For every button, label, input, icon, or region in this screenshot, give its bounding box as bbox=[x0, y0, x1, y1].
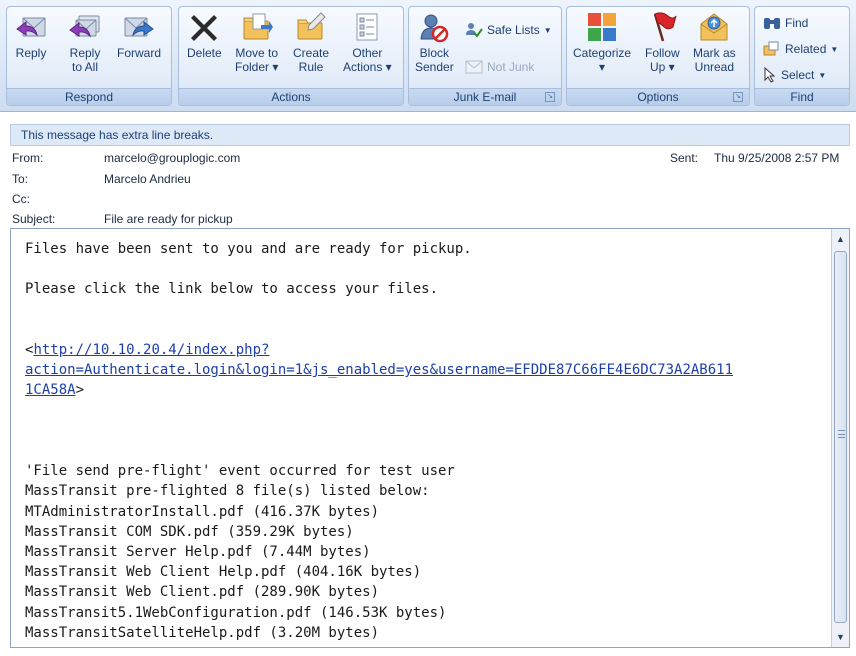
body-line: MassTransit pre-flighted 8 file(s) liste… bbox=[25, 483, 430, 500]
not-junk-button[interactable]: Not Junk bbox=[465, 59, 534, 75]
move-to-folder-label: Move to Folder ▾ bbox=[235, 46, 279, 74]
block-sender-button[interactable]: Block Sender bbox=[415, 11, 454, 74]
related-label: Related bbox=[785, 42, 827, 56]
scrollbar-thumb[interactable] bbox=[834, 251, 847, 623]
categorize-label: Categorize ▾ bbox=[573, 46, 632, 74]
safe-lists-label: Safe Lists bbox=[487, 23, 540, 37]
forward-button[interactable]: Forward bbox=[117, 11, 161, 60]
body-line: 'File send pre-flight' event occurred fo… bbox=[25, 463, 455, 480]
link-part: 1CA58A bbox=[25, 382, 76, 399]
flag-icon bbox=[654, 12, 677, 42]
sent-label: Sent: bbox=[670, 151, 699, 165]
cc-label: Cc: bbox=[12, 192, 30, 206]
junk-email-group: Block Sender Safe Lists ▼ Not Junk Junk … bbox=[408, 6, 562, 106]
sent-value: Thu 9/25/2008 2:57 PM bbox=[714, 151, 840, 165]
link-part: action=Authenticate.login&login=1&js_ena… bbox=[25, 362, 734, 379]
file-list-item: MTAdministratorInstall.pdf (416.37K byte… bbox=[25, 503, 380, 520]
options-group-label: Options ↘ bbox=[567, 88, 749, 105]
ribbon: Reply Reply to All Forward Respond Delet… bbox=[0, 0, 856, 112]
find-label: Find bbox=[785, 16, 809, 30]
subject-value: File are ready for pickup bbox=[104, 212, 233, 226]
message-body[interactable]: Files have been sent to you and are read… bbox=[10, 228, 850, 648]
unread-envelope-icon bbox=[700, 13, 728, 41]
folder-move-icon bbox=[243, 13, 273, 40]
to-label: To: bbox=[12, 172, 29, 186]
actions-group-label: Actions bbox=[179, 88, 403, 105]
safe-lists-icon bbox=[466, 23, 483, 38]
reply-label: Reply bbox=[15, 46, 47, 60]
file-list-item: MassTransit5.1WebConfiguration.pdf (146.… bbox=[25, 604, 447, 621]
not-junk-label: Not Junk bbox=[487, 60, 535, 74]
cursor-arrow-icon bbox=[764, 67, 776, 83]
other-actions-button[interactable]: Other Actions ▾ bbox=[343, 11, 392, 74]
message-text: Files have been sent to you and are read… bbox=[25, 239, 825, 643]
scroll-down-arrow-icon[interactable]: ▼ bbox=[832, 629, 849, 645]
create-rule-button[interactable]: Create Rule bbox=[293, 11, 329, 74]
mark-as-unread-button[interactable]: Mark as Unread bbox=[693, 11, 736, 74]
select-button[interactable]: Select ▼ bbox=[763, 67, 826, 83]
not-junk-icon bbox=[465, 60, 483, 74]
select-label: Select bbox=[781, 68, 815, 82]
file-list-item: MassTransit Web Client.pdf (289.90K byte… bbox=[25, 584, 380, 601]
chevron-down-icon: ▼ bbox=[543, 25, 552, 35]
forward-label: Forward bbox=[117, 46, 162, 60]
grip-icon bbox=[838, 430, 845, 438]
to-value[interactable]: Marcelo Andrieu bbox=[104, 172, 191, 186]
reply-all-button[interactable]: Reply to All bbox=[69, 11, 101, 74]
delete-icon bbox=[191, 15, 218, 41]
respond-group: Reply Reply to All Forward Respond bbox=[6, 6, 172, 106]
options-group: Categorize ▾ Follow Up ▾ Mark as Unread … bbox=[566, 6, 750, 106]
reply-button[interactable]: Reply bbox=[15, 11, 47, 60]
file-list-item: MassTransit COM SDK.pdf (359.29K bytes) bbox=[25, 523, 354, 540]
other-actions-label: Other Actions ▾ bbox=[343, 46, 392, 74]
related-icon bbox=[763, 41, 779, 56]
from-value[interactable]: marcelo@grouplogic.com bbox=[104, 151, 240, 165]
create-rule-label: Create Rule bbox=[293, 46, 330, 74]
mark-as-unread-label: Mark as Unread bbox=[693, 46, 736, 74]
related-button[interactable]: Related ▼ bbox=[763, 41, 838, 57]
follow-up-label: Follow Up ▾ bbox=[645, 46, 680, 74]
from-label: From: bbox=[12, 151, 44, 165]
options-label: Options bbox=[637, 90, 679, 104]
find-group-label: Find bbox=[755, 88, 849, 105]
chevron-down-icon: ▼ bbox=[830, 44, 839, 54]
delete-button[interactable]: Delete bbox=[187, 11, 222, 60]
follow-up-button[interactable]: Follow Up ▾ bbox=[645, 11, 680, 74]
binoculars-icon bbox=[764, 18, 780, 29]
reply-all-icon bbox=[69, 15, 100, 38]
categorize-icon bbox=[588, 13, 617, 41]
dialog-launcher-icon[interactable]: ↘ bbox=[733, 92, 743, 102]
junk-email-label: Junk E-mail bbox=[453, 90, 517, 104]
reply-icon bbox=[16, 17, 46, 37]
file-list-item: MassTransit Server Help.pdf (7.44M bytes… bbox=[25, 544, 371, 561]
body-line: Please click the link below to access yo… bbox=[25, 281, 439, 298]
dialog-launcher-icon[interactable]: ↘ bbox=[545, 92, 555, 102]
link-close-bracket: > bbox=[75, 382, 85, 399]
find-group: Find Related ▼ Select ▼ Find bbox=[754, 6, 850, 106]
link-part: http://10.10.20.4/index.php? bbox=[33, 342, 270, 359]
respond-group-label: Respond bbox=[7, 88, 171, 105]
junk-email-group-label: Junk E-mail ↘ bbox=[409, 88, 561, 105]
chevron-down-icon: ▼ bbox=[818, 70, 827, 80]
categorize-button[interactable]: Categorize ▾ bbox=[573, 11, 631, 74]
subject-label: Subject: bbox=[12, 212, 56, 226]
actions-group: Delete Move to Folder ▾ Create Rule Othe… bbox=[178, 6, 404, 106]
delete-label: Delete bbox=[187, 46, 222, 60]
file-list-item: MassTransitSatelliteHelp.pdf (3.20M byte… bbox=[25, 624, 380, 641]
forward-icon bbox=[124, 17, 154, 37]
block-sender-label: Block Sender bbox=[415, 46, 454, 74]
vertical-scrollbar[interactable]: ▲ ▼ bbox=[831, 229, 849, 647]
safe-lists-button[interactable]: Safe Lists ▼ bbox=[465, 21, 552, 39]
move-to-folder-button[interactable]: Move to Folder ▾ bbox=[235, 11, 278, 74]
body-line: Files have been sent to you and are read… bbox=[25, 241, 472, 257]
find-button[interactable]: Find bbox=[763, 15, 808, 31]
reply-all-label: Reply to All bbox=[69, 46, 101, 74]
create-rule-icon bbox=[297, 12, 326, 40]
file-list-item: MassTransit Web Client Help.pdf (404.16K… bbox=[25, 564, 422, 581]
authenticate-link[interactable]: http://10.10.20.4/index.php? action=Auth… bbox=[25, 342, 733, 398]
info-bar[interactable]: This message has extra line breaks. bbox=[10, 124, 850, 146]
other-actions-icon bbox=[356, 13, 378, 41]
scroll-up-arrow-icon[interactable]: ▲ bbox=[832, 231, 849, 247]
block-sender-icon bbox=[420, 14, 449, 43]
